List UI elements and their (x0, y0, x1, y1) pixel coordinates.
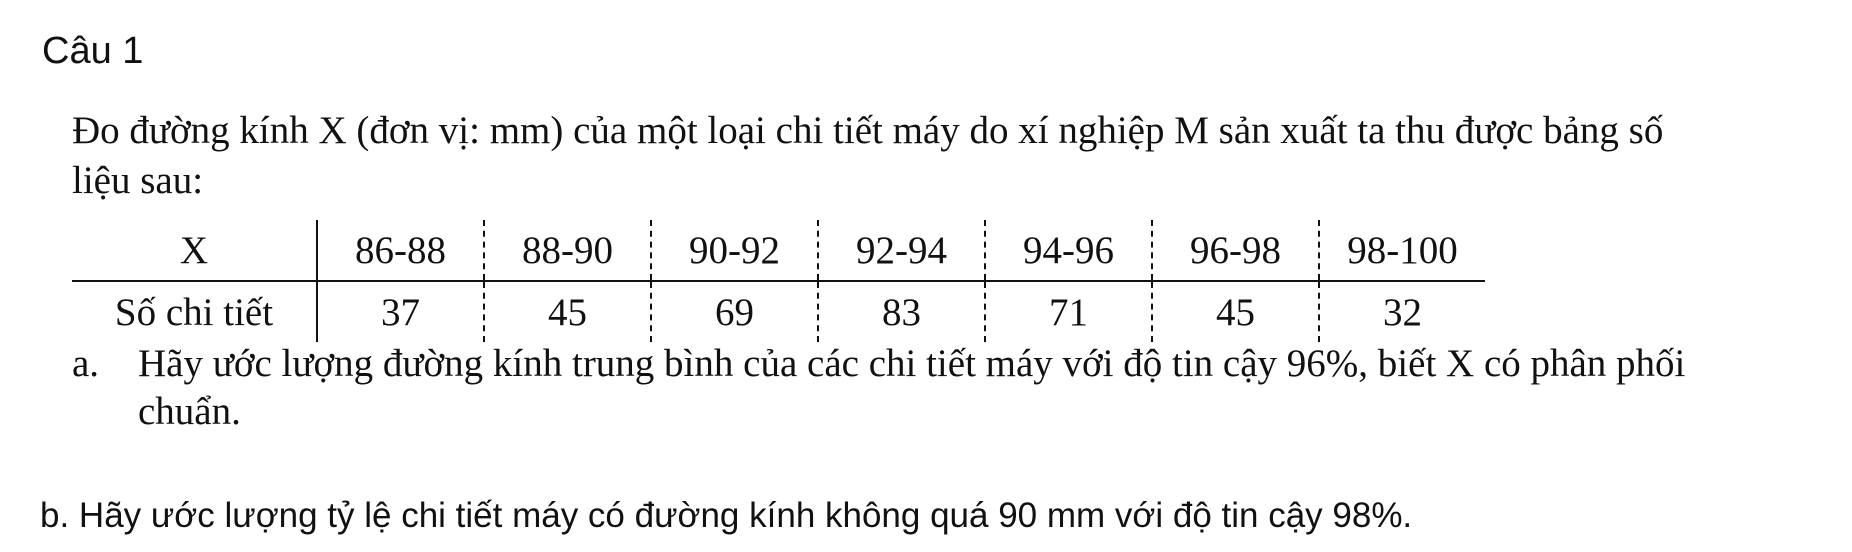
table-row-intervals: X 86-88 88-90 90-92 92-94 94-96 96-98 98… (72, 220, 1485, 282)
interval-cell: 98-100 (1319, 220, 1485, 282)
frequency-table: X 86-88 88-90 90-92 92-94 94-96 96-98 98… (72, 220, 1485, 342)
count-cell: 45 (484, 281, 652, 342)
interval-cell: 86-88 (317, 220, 485, 282)
question-a-text: Hãy ước lượng đường kính trung bình của … (138, 342, 1686, 433)
question-heading: Câu 1 (42, 30, 144, 72)
interval-cell: 90-92 (651, 220, 819, 282)
count-cell: 71 (985, 281, 1153, 342)
interval-cell: 92-94 (818, 220, 986, 282)
table-row-label-count: Số chi tiết (72, 281, 318, 342)
question-a: a. Hãy ước lượng đường kính trung bình c… (72, 340, 1712, 436)
count-cell: 32 (1383, 290, 1422, 334)
interval-cell: 94-96 (985, 220, 1153, 282)
count-cell: 83 (818, 281, 986, 342)
interval-cell: 88-90 (484, 220, 652, 282)
question-b: b. Hãy ước lượng tỷ lệ chi tiết máy có đ… (40, 496, 1413, 535)
count-cell: 69 (651, 281, 819, 342)
table-header-x: X (72, 220, 318, 282)
interval-cell: 96-98 (1152, 220, 1320, 282)
count-cell: 45 (1152, 281, 1320, 342)
table-row-counts: Số chi tiết 37 45 69 83 71 45 32 (72, 281, 1485, 342)
problem-statement: Đo đường kính X (đơn vị: mm) của một loạ… (72, 109, 1664, 202)
count-cell: 37 (317, 281, 485, 342)
question-a-letter: a. (72, 342, 100, 385)
